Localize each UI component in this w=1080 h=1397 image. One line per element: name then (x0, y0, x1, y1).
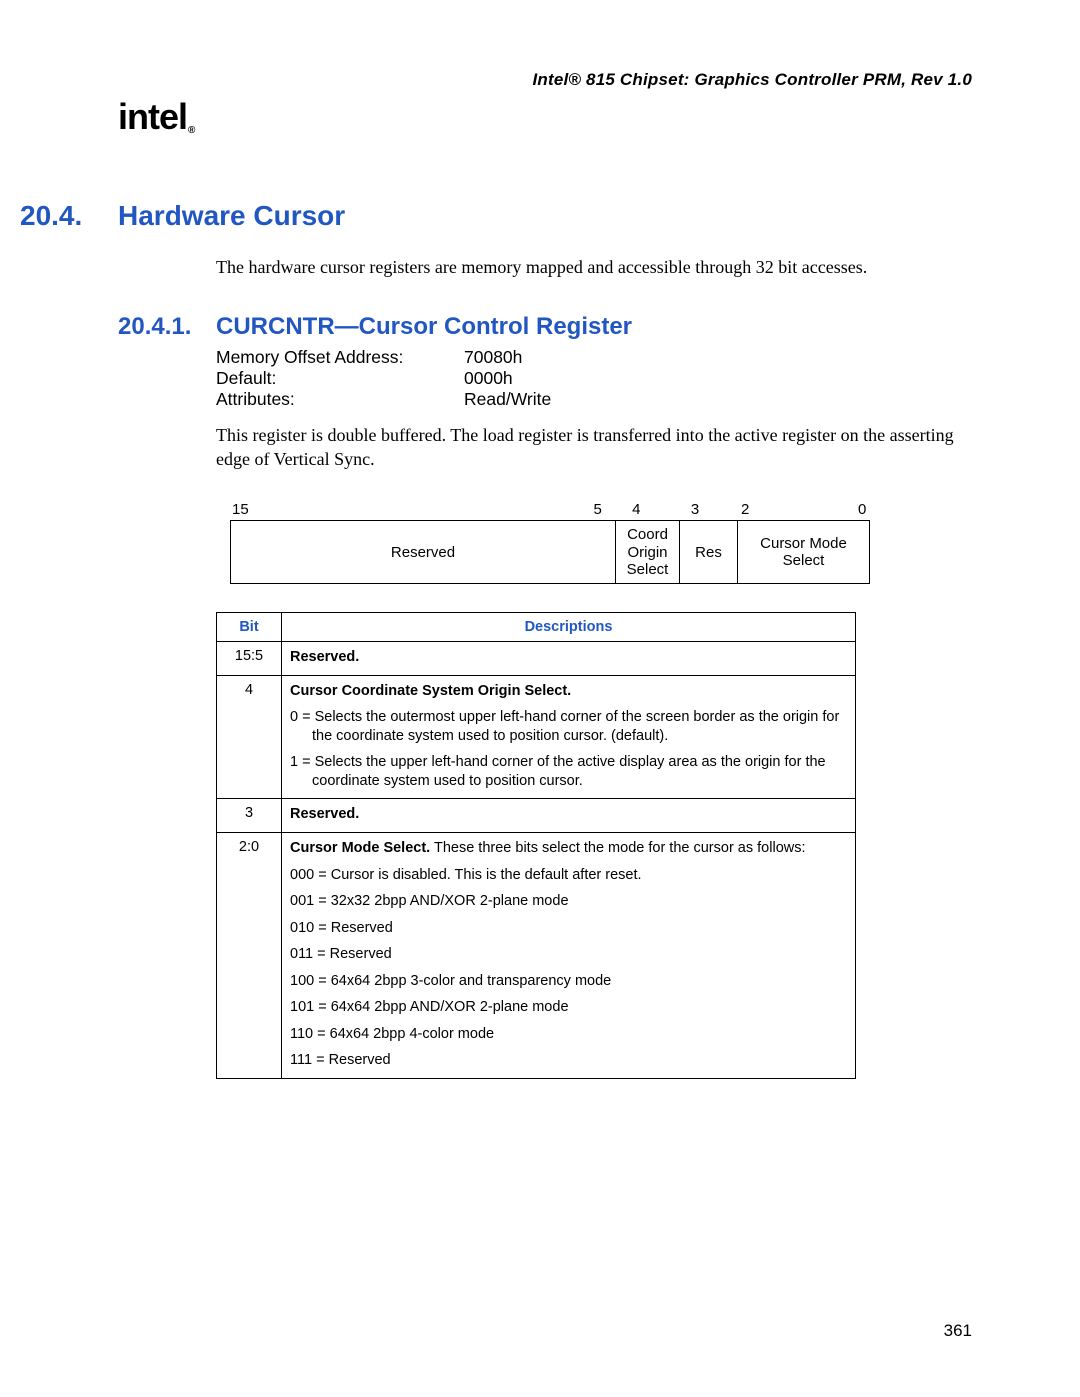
kv-key: Default: (216, 368, 464, 389)
subsection-title: CURCNTR—Cursor Control Register (216, 313, 632, 340)
registered-icon: ® (188, 125, 194, 136)
bit-labels-row: 15 5 4 3 2 0 (230, 501, 870, 518)
section-body: The hardware cursor registers are memory… (216, 256, 972, 279)
td-desc: Cursor Coordinate System Origin Select. … (282, 675, 856, 799)
register-properties: Memory Offset Address: 70080h Default: 0… (216, 347, 972, 410)
kv-row: Attributes: Read/Write (216, 389, 972, 410)
td-bit: 2:0 (217, 833, 282, 1079)
desc-line: 0 = Selects the outermost upper left-han… (290, 708, 847, 745)
bit-box-mode: Cursor Mode Select (738, 520, 870, 584)
desc-line: 101 = 64x64 2bpp AND/XOR 2-plane mode (290, 998, 847, 1017)
td-desc: Cursor Mode Select. These three bits sel… (282, 833, 856, 1079)
register-body: This register is double buffered. The lo… (216, 424, 972, 471)
bit-label: 4 (606, 501, 668, 518)
desc-title: Cursor Mode Select. (290, 840, 430, 856)
desc-title: Reserved. (290, 649, 359, 665)
subsection-heading: 20.4.1.CURCNTR—Cursor Control Register (118, 313, 972, 341)
kv-key: Attributes: (216, 389, 464, 410)
table-row: 2:0 Cursor Mode Select. These three bits… (217, 833, 856, 1079)
bitfield-diagram: 15 5 4 3 2 0 Reserved Coord Origin Selec… (230, 501, 870, 584)
kv-row: Default: 0000h (216, 368, 972, 389)
td-bit: 3 (217, 799, 282, 833)
td-desc: Reserved. (282, 799, 856, 833)
td-bit: 4 (217, 675, 282, 799)
content-block: The hardware cursor registers are memory… (216, 256, 972, 1079)
bit-label: 2 (723, 501, 868, 518)
kv-value: Read/Write (464, 389, 551, 410)
desc-line: 110 = 64x64 2bpp 4-color mode (290, 1025, 847, 1044)
subsection-number: 20.4.1. (118, 313, 216, 341)
intel-logo: intel® (118, 96, 972, 138)
kv-key: Memory Offset Address: (216, 347, 464, 368)
section-heading: 20.4.Hardware Cursor (20, 200, 972, 232)
table-row: 4 Cursor Coordinate System Origin Select… (217, 675, 856, 799)
table-header-row: Bit Descriptions (217, 613, 856, 642)
bit-label: 5 (594, 501, 596, 518)
bit-label: 3 (667, 501, 723, 518)
bit-box-reserved: Reserved (230, 520, 616, 584)
section-title: Hardware Cursor (118, 200, 345, 231)
th-desc: Descriptions (282, 613, 856, 642)
kv-value: 0000h (464, 368, 513, 389)
kv-row: Memory Offset Address: 70080h (216, 347, 972, 368)
bit-box-res: Res (680, 520, 738, 584)
page: Intel® 815 Chipset: Graphics Controller … (0, 0, 1080, 1397)
desc-line: 011 = Reserved (290, 945, 847, 964)
table-row: 15:5 Reserved. (217, 642, 856, 676)
bit-description-table: Bit Descriptions 15:5 Reserved. 4 Cursor… (216, 612, 856, 1079)
desc-line: 001 = 32x32 2bpp AND/XOR 2-plane mode (290, 892, 847, 911)
page-number: 361 (944, 1321, 972, 1341)
desc-title: Reserved. (290, 806, 359, 822)
desc-line: 1 = Selects the upper left-hand corner o… (290, 753, 847, 790)
th-bit: Bit (217, 613, 282, 642)
section-number: 20.4. (20, 200, 118, 232)
desc-tail: These three bits select the mode for the… (430, 840, 805, 856)
desc-title: Cursor Coordinate System Origin Select. (290, 683, 571, 699)
td-bit: 15:5 (217, 642, 282, 676)
logo-text: intel (118, 96, 187, 137)
doc-header: Intel® 815 Chipset: Graphics Controller … (118, 70, 972, 90)
kv-value: 70080h (464, 347, 522, 368)
bit-label: 15 (230, 501, 604, 518)
desc-line: 000 = Cursor is disabled. This is the de… (290, 866, 847, 885)
td-desc: Reserved. (282, 642, 856, 676)
desc-line: 010 = Reserved (290, 919, 847, 938)
desc-line: 111 = Reserved (290, 1051, 847, 1070)
bit-label: 0 (858, 501, 860, 518)
table-row: 3 Reserved. (217, 799, 856, 833)
bit-boxes-row: Reserved Coord Origin Select Res Cursor … (230, 520, 870, 584)
bit-box-coord: Coord Origin Select (616, 520, 680, 584)
desc-line: 100 = 64x64 2bpp 3-color and transparenc… (290, 972, 847, 991)
